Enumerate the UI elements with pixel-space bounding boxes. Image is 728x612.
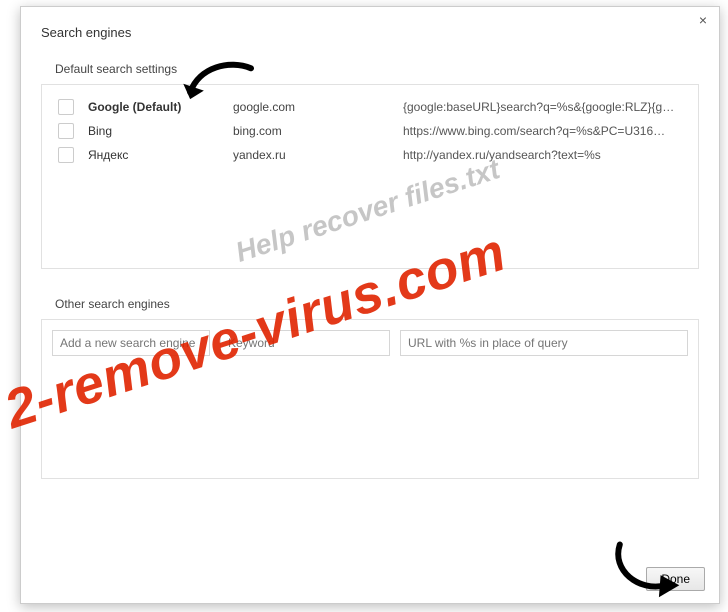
engine-name: Google (Default) bbox=[88, 100, 233, 114]
favicon-icon bbox=[58, 147, 74, 163]
add-engine-name-input[interactable] bbox=[52, 330, 210, 356]
default-search-settings-label: Default search settings bbox=[55, 62, 699, 76]
dialog-title: Search engines bbox=[41, 25, 699, 40]
engine-name: Яндекс bbox=[88, 148, 233, 162]
search-engines-dialog: × Search engines Default search settings… bbox=[20, 6, 720, 604]
add-engine-url-input[interactable] bbox=[400, 330, 688, 356]
engine-url: https://www.bing.com/search?q=%s&PC=U316… bbox=[403, 124, 688, 138]
default-engines-list: Google (Default) google.com {google:base… bbox=[41, 84, 699, 269]
engine-row[interactable]: Google (Default) google.com {google:base… bbox=[52, 95, 688, 119]
favicon-icon bbox=[58, 123, 74, 139]
engine-name: Bing bbox=[88, 124, 233, 138]
engine-keyword: google.com bbox=[233, 100, 403, 114]
add-engine-keyword-input[interactable] bbox=[220, 330, 390, 356]
favicon-icon bbox=[58, 99, 74, 115]
engine-row[interactable]: Bing bing.com https://www.bing.com/searc… bbox=[52, 119, 688, 143]
other-search-engines-label: Other search engines bbox=[55, 297, 699, 311]
close-icon[interactable]: × bbox=[695, 13, 711, 29]
add-engine-row bbox=[52, 330, 688, 356]
engine-keyword: yandex.ru bbox=[233, 148, 403, 162]
done-button[interactable]: Done bbox=[646, 567, 705, 591]
engine-url: {google:baseURL}search?q=%s&{google:RLZ}… bbox=[403, 100, 688, 114]
engine-url: http://yandex.ru/yandsearch?text=%s bbox=[403, 148, 688, 162]
dialog-footer: Done bbox=[646, 567, 705, 591]
other-engines-box bbox=[41, 319, 699, 479]
engine-keyword: bing.com bbox=[233, 124, 403, 138]
engine-row[interactable]: Яндекс yandex.ru http://yandex.ru/yandse… bbox=[52, 143, 688, 167]
